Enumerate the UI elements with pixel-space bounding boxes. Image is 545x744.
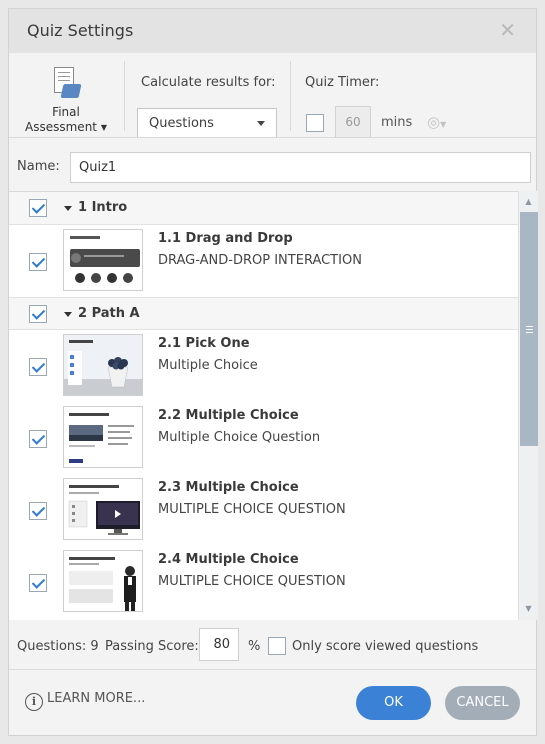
slide-thumbnail — [63, 334, 143, 396]
item-title: 2.1 Pick One — [158, 336, 250, 351]
collapse-toggle-icon[interactable] — [64, 206, 72, 211]
percent-label: % — [248, 639, 261, 654]
calculate-results-label: Calculate results for: — [141, 75, 276, 90]
passing-score-label: Passing Score: — [105, 639, 199, 654]
ok-button[interactable]: OK — [356, 686, 431, 720]
item-checkbox[interactable] — [29, 358, 47, 376]
section-header: 2 Path A — [9, 297, 518, 330]
collapse-toggle-icon[interactable] — [64, 312, 72, 317]
section-title: 1 Intro — [78, 200, 128, 215]
chevron-down-icon — [257, 121, 265, 126]
scroll-up-icon[interactable]: ▲ — [519, 193, 538, 211]
calculate-results-select[interactable]: Questions — [137, 108, 277, 138]
list-item[interactable]: 2.3 Multiple Choice MULTIPLE CHOICE QUES… — [9, 474, 518, 546]
name-row: Name: Quiz1 — [9, 137, 536, 189]
info-icon: i — [25, 693, 43, 711]
item-title: 2.4 Multiple Choice — [158, 552, 299, 567]
section-title: 2 Path A — [78, 306, 140, 321]
slide-thumbnail — [63, 550, 143, 612]
cancel-button[interactable]: CANCEL — [445, 686, 520, 720]
item-subtitle: Multiple Choice Question — [158, 430, 321, 445]
item-subtitle: Multiple Choice — [158, 358, 258, 373]
quiz-timer-input[interactable]: 60 — [335, 106, 371, 138]
slide-thumbnail — [63, 406, 143, 468]
item-checkbox[interactable] — [29, 502, 47, 520]
slide-thumbnail — [63, 229, 143, 291]
section-checkbox[interactable] — [29, 305, 47, 323]
timer-settings-icon[interactable]: ◎▼ — [427, 113, 446, 131]
passing-score-input[interactable]: 80 — [199, 628, 239, 661]
divider — [9, 669, 536, 670]
final-assessment-button[interactable]: Final Assessment ▼ — [23, 67, 109, 135]
only-viewed-checkbox[interactable] — [268, 637, 286, 655]
name-input[interactable]: Quiz1 — [70, 152, 531, 183]
item-checkbox[interactable] — [29, 253, 47, 271]
slide-thumbnail — [63, 478, 143, 540]
close-icon[interactable]: ✕ — [499, 18, 516, 42]
item-title: 2.2 Multiple Choice — [158, 408, 299, 423]
question-list: 1 Intro 1.1 Drag and Drop DRAG-AND-DROP — [9, 191, 518, 620]
item-title: 1.1 Drag and Drop — [158, 231, 293, 246]
list-item[interactable]: 2.4 Multiple Choice MULTIPLE CHOICE QUES… — [9, 546, 518, 618]
list-scrollbar[interactable]: ▲ ▼ — [518, 191, 538, 620]
learn-more-link[interactable]: i LEARN MORE... — [25, 691, 145, 711]
list-item[interactable]: 2.1 Pick One Multiple Choice — [9, 330, 518, 402]
section-header: 1 Intro — [9, 192, 518, 225]
list-item[interactable]: 1.1 Drag and Drop DRAG-AND-DROP INTERACT… — [9, 225, 518, 297]
title-bar: Quiz Settings ✕ — [9, 9, 536, 53]
dialog-title: Quiz Settings — [27, 21, 134, 40]
list-item[interactable]: 2.2 Multiple Choice Multiple Choice Ques… — [9, 402, 518, 474]
grip-icon — [526, 326, 533, 333]
quiz-timer-label: Quiz Timer: — [305, 75, 380, 90]
assessment-icon — [50, 67, 82, 101]
toolbar: Final Assessment ▼ Calculate results for… — [9, 53, 536, 138]
name-label: Name: — [17, 159, 60, 174]
timer-unit-label: mins — [381, 115, 413, 130]
item-subtitle: MULTIPLE CHOICE QUESTION — [158, 574, 346, 589]
final-assessment-label: Final Assessment ▼ — [25, 105, 107, 134]
chevron-down-icon: ▼ — [100, 123, 107, 132]
scroll-thumb[interactable] — [520, 212, 538, 446]
item-subtitle: DRAG-AND-DROP INTERACTION — [158, 253, 362, 268]
section-checkbox[interactable] — [29, 199, 47, 217]
quiz-settings-dialog: Quiz Settings ✕ Final Assessment ▼ Calcu… — [8, 8, 538, 736]
only-viewed-label: Only score viewed questions — [292, 639, 479, 654]
scroll-down-icon[interactable]: ▼ — [519, 600, 538, 618]
item-checkbox[interactable] — [29, 430, 47, 448]
item-checkbox[interactable] — [29, 574, 47, 592]
item-title: 2.3 Multiple Choice — [158, 480, 299, 495]
item-subtitle: MULTIPLE CHOICE QUESTION — [158, 502, 346, 517]
quiz-timer-checkbox[interactable] — [306, 114, 324, 132]
questions-count: Questions: 9 — [17, 639, 99, 654]
